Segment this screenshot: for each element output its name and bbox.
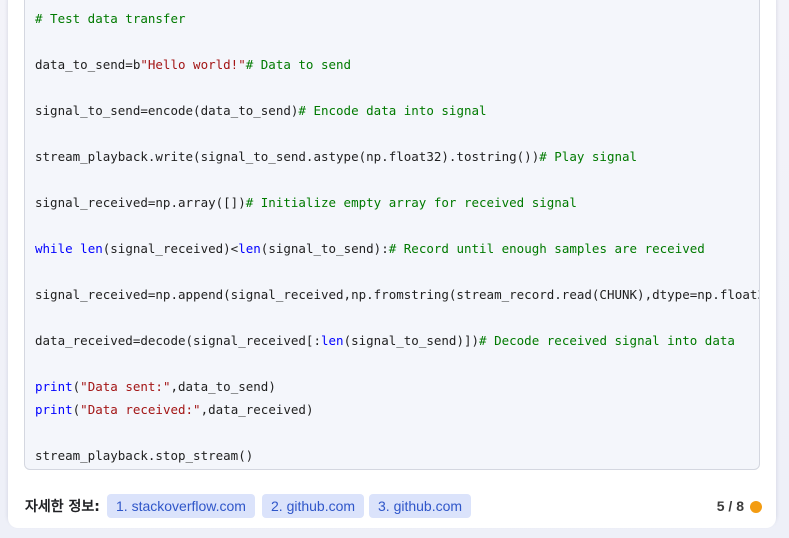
code-keyword: len	[80, 241, 103, 256]
code-line: signal_received=np.array([])# Initialize…	[35, 191, 759, 214]
code-string: "Data sent:"	[80, 379, 171, 394]
code-token: (signal_received)<	[102, 241, 239, 256]
code-token: data_to_send=b	[35, 57, 141, 72]
code-line: print("Data received:",data_received)	[35, 398, 759, 421]
source-link-stackoverflow[interactable]: 1. stackoverflow.com	[107, 494, 255, 518]
code-token: (signal_to_send):	[260, 241, 389, 256]
source-link-github-1[interactable]: 2. github.com	[262, 494, 365, 518]
code-comment: # Initialize empty array for received si…	[245, 195, 577, 210]
code-comment: # Encode data into signal	[298, 103, 487, 118]
code-string: "Hello world!"	[140, 57, 246, 72]
source-link-github-2[interactable]: 3. github.com	[369, 494, 472, 518]
code-token: ,data_received)	[200, 402, 314, 417]
code-block: # Test data transfer data_to_send=b"Hello…	[24, 0, 760, 470]
code-comment: # Decode received signal into data	[479, 333, 735, 348]
code-line: signal_received=np.append(signal_receive…	[35, 283, 759, 306]
code-line: data_to_send=b"Hello world!"# Data to se…	[35, 53, 759, 76]
code-string: "Data received:"	[80, 402, 201, 417]
code-token: data_received=decode(signal_received[:	[35, 333, 321, 348]
code-comment: # Record until enough samples are receiv…	[388, 241, 705, 256]
code-token: stream_playback.write(signal_to_send.ast…	[35, 149, 540, 164]
code-token: ,data_to_send)	[170, 379, 276, 394]
code-token: signal_to_send=encode(data_to_send)	[35, 103, 299, 118]
status-dot-icon	[750, 501, 762, 513]
code-line: stream_playback.stop_stream()	[35, 444, 759, 467]
code-comment: # Data to send	[245, 57, 352, 72]
code-lines: # Test data transfer data_to_send=b"Hello…	[35, 7, 759, 467]
code-comment: # Play signal	[539, 149, 638, 164]
code-line: # Test data transfer	[35, 7, 759, 30]
code-line: print("Data sent:",data_to_send)	[35, 375, 759, 398]
code-keyword: while	[35, 241, 73, 256]
code-keyword: print	[35, 402, 73, 417]
more-info-label: 자세한 정보:	[25, 499, 100, 515]
code-line: data_received=decode(signal_received[:le…	[35, 329, 759, 352]
code-comment: # Test data transfer	[35, 11, 186, 26]
code-keyword: len	[238, 241, 261, 256]
code-token: stream_playback.stop_stream()	[35, 448, 254, 463]
code-line: signal_to_send=encode(data_to_send)# Enc…	[35, 99, 759, 122]
code-line: while len(signal_received)<len(signal_to…	[35, 237, 759, 260]
page-counter: 5 / 8	[716, 498, 744, 514]
code-token: (signal_to_send)])	[343, 333, 480, 348]
sources-footer: 자세한 정보: 1. stackoverflow.com 2. github.c…	[8, 482, 776, 528]
code-keyword: print	[35, 379, 73, 394]
code-line: stream_playback.write(signal_to_send.ast…	[35, 145, 759, 168]
code-keyword: len	[320, 333, 344, 348]
code-token: signal_received=np.array([])	[35, 195, 246, 210]
code-token: signal_received=np.append(signal_receive…	[35, 287, 760, 302]
